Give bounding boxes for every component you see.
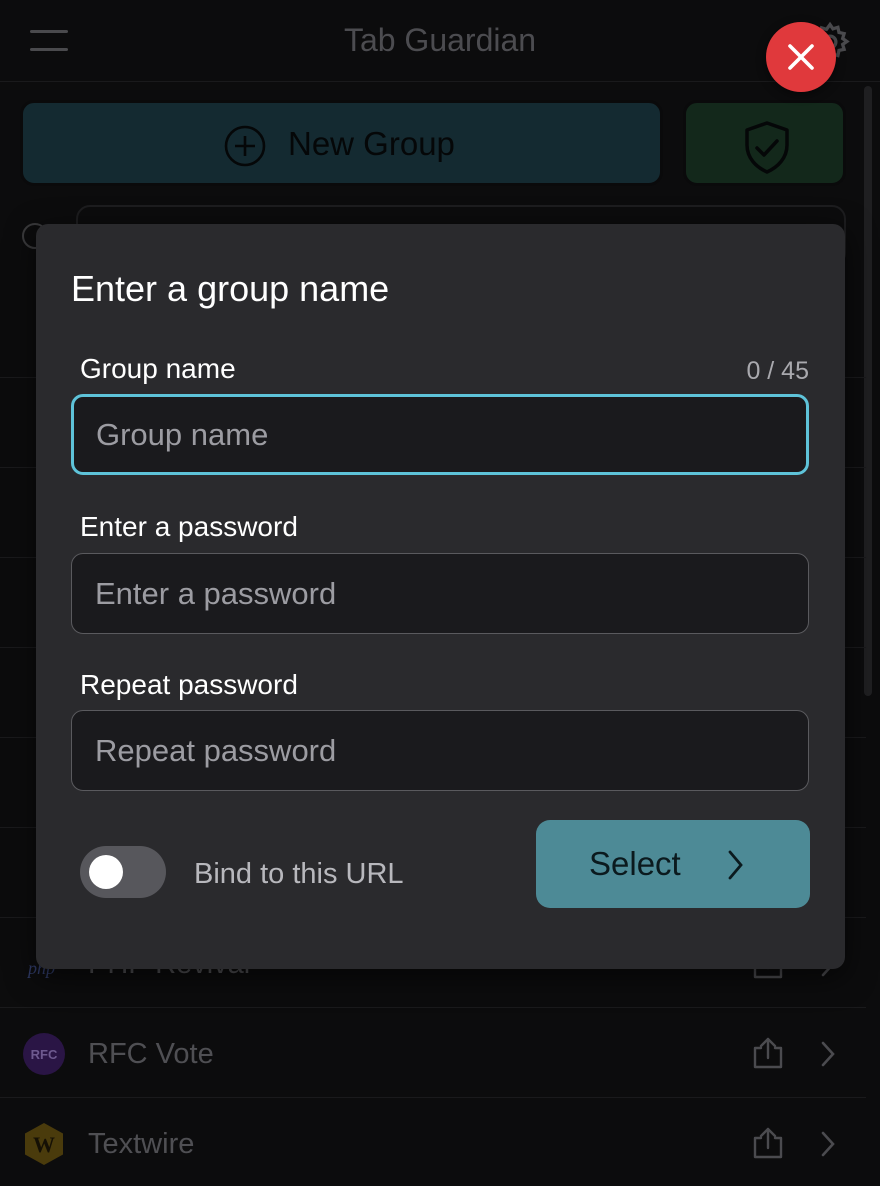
export-icon[interactable] (750, 1126, 786, 1160)
toggle-knob (89, 855, 123, 889)
group-name-dialog: Enter a group name Group name 0 / 45 Ent… (36, 224, 845, 969)
group-name-input[interactable] (71, 394, 809, 475)
rfc-logo-icon: RFC (23, 1033, 65, 1075)
plus-circle-icon (224, 125, 266, 167)
select-button-label: Select (589, 845, 681, 882)
svg-text:RFC: RFC (31, 1047, 58, 1062)
chevron-right-icon[interactable] (818, 1130, 838, 1158)
export-icon[interactable] (750, 1036, 786, 1070)
select-button[interactable]: Select (536, 820, 810, 908)
list-item[interactable]: RFC RFC Vote (0, 1008, 866, 1098)
password-label: Enter a password (80, 511, 298, 542)
app-title: Tab Guardian (343, 22, 537, 58)
close-button[interactable] (766, 22, 836, 92)
chevron-right-icon[interactable] (818, 1040, 838, 1068)
textwire-logo-icon: W (25, 1123, 63, 1165)
close-icon (788, 44, 814, 70)
group-name-label: Group name (80, 353, 236, 384)
group-name: RFC Vote (88, 1038, 214, 1070)
password-input[interactable] (71, 553, 809, 634)
char-counter: 0 / 45 (746, 357, 809, 385)
chevron-right-icon (728, 850, 743, 880)
shield-check-icon (745, 121, 789, 174)
repeat-password-input[interactable] (71, 710, 809, 791)
protect-tabs-button[interactable] (683, 100, 846, 186)
repeat-password-label: Repeat password (80, 669, 298, 700)
new-group-label: New Group (288, 125, 455, 162)
svg-text:W: W (33, 1132, 55, 1157)
bind-url-toggle[interactable] (80, 846, 166, 898)
bind-url-label: Bind to this URL (194, 858, 404, 890)
dialog-title: Enter a group name (71, 268, 390, 309)
new-group-button[interactable]: New Group (20, 100, 663, 186)
app-header: Tab Guardian (0, 0, 880, 82)
group-name: Textwire (88, 1128, 195, 1160)
list-item[interactable]: W Textwire (0, 1098, 866, 1186)
